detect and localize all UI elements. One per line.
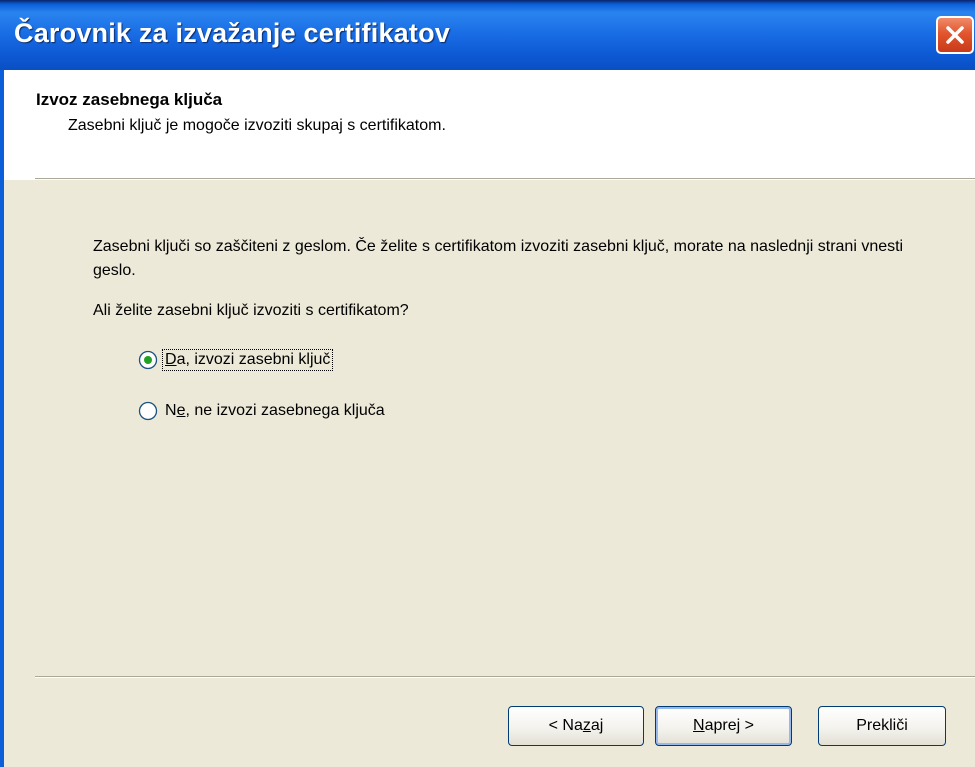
- page-subtitle: Zasebni ključ je mogoče izvoziti skupaj …: [68, 117, 446, 134]
- description-text: Zasebni ključi so zaščiteni z geslom. Če…: [93, 238, 904, 279]
- close-button[interactable]: [936, 16, 974, 54]
- page-title: Izvoz zasebnega ključa: [36, 90, 223, 109]
- back-button-label: < Nazaj: [548, 717, 604, 734]
- radio-export-yes-label: Da, izvozi zasebni ključ: [161, 349, 334, 371]
- radio-export-no[interactable]: Ne, ne izvozi zasebnega ključa: [138, 398, 387, 424]
- wizard-header: Izvoz zasebnega ključa Zasebni ključ je …: [4, 70, 975, 180]
- close-icon: [946, 26, 964, 44]
- radio-selected-icon[interactable]: [138, 350, 158, 370]
- radio-export-yes[interactable]: Da, izvozi zasebni ključ: [138, 347, 334, 373]
- radio-unselected-icon[interactable]: [138, 401, 158, 421]
- footer-divider-highlight: [35, 677, 975, 678]
- next-button-label: Naprej >: [693, 717, 754, 734]
- radio-export-no-label: Ne, ne izvozi zasebnega ključa: [165, 402, 385, 419]
- next-button[interactable]: Naprej >: [655, 706, 792, 746]
- export-wizard-window: Čarovnik za izvažanje certifikatov Izvoz…: [0, 0, 975, 767]
- window-title: Čarovnik za izvažanje certifikatov: [14, 18, 450, 48]
- question-text: Ali želite zasebni ključ izvoziti s cert…: [93, 302, 409, 319]
- cancel-button[interactable]: Prekliči: [818, 706, 946, 746]
- title-bar[interactable]: Čarovnik za izvažanje certifikatov: [0, 0, 975, 70]
- header-divider-highlight: [35, 179, 975, 180]
- cancel-button-label: Prekliči: [856, 717, 908, 734]
- back-button[interactable]: < Nazaj: [508, 706, 644, 746]
